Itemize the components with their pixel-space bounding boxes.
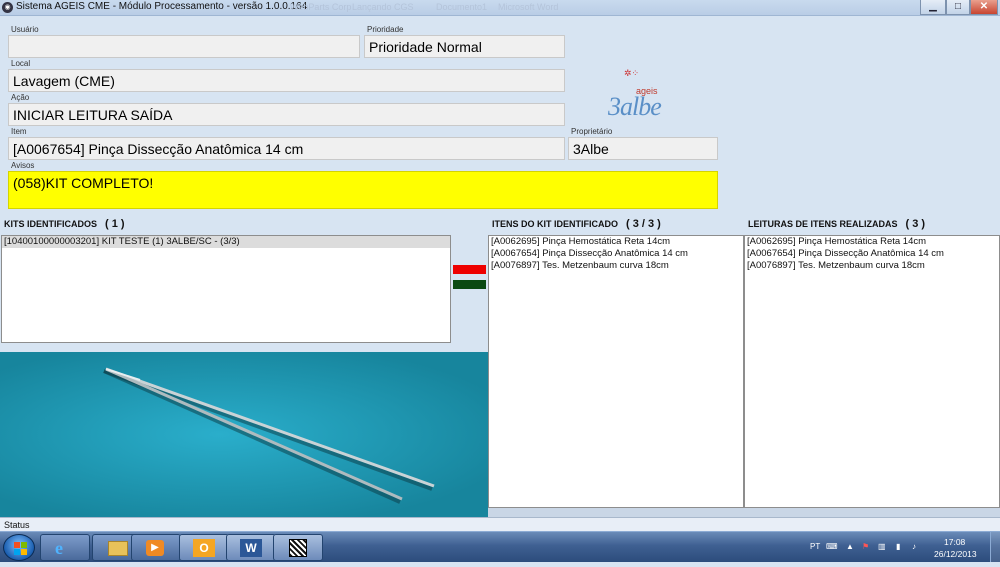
show-desktop-button[interactable] — [990, 532, 1000, 562]
item-label: Item — [11, 127, 27, 136]
status-bar: Status — [0, 517, 1000, 531]
list-item[interactable]: [A0076897] Tes. Metzenbaum curva 18cm — [745, 260, 999, 272]
folder-icon — [108, 541, 128, 556]
outlook-icon: O — [193, 539, 215, 557]
title-bar: ◉ Sistema AGEIS CME - Módulo Processamen… — [0, 0, 1000, 16]
readings-title: LEITURAS DE ITENS REALIZADAS — [748, 219, 898, 229]
acao-label: Ação — [11, 93, 30, 102]
network-icon[interactable]: ▥ — [878, 542, 886, 551]
prioridade-label: Prioridade — [367, 25, 404, 34]
usuario-field[interactable] — [8, 35, 360, 58]
start-button[interactable] — [3, 534, 35, 561]
word-button[interactable]: W — [226, 534, 276, 561]
avisos-label: Avisos — [11, 161, 35, 170]
avisos-field: (058)KIT COMPLETO! — [8, 171, 718, 209]
close-button[interactable]: ✕ — [970, 0, 998, 15]
kits-title: KITS IDENTIFICADOS — [4, 219, 98, 229]
list-item[interactable]: [A0062695] Pinça Hemostática Reta 14cm — [745, 236, 999, 248]
taskbar: e ▶ O W PT ⌨ ▲ ⚑ ▥ ▮ ♪ 17:08 26/12/2013 — [0, 531, 1000, 562]
kit-items-list[interactable]: [A0062695] Pinça Hemostática Reta 14cm [… — [488, 235, 744, 508]
logo-big-text: 3albe — [608, 92, 662, 121]
readings-count: ( 3 ) — [905, 218, 926, 230]
clock-date[interactable]: 26/12/2013 — [934, 549, 977, 559]
media-player-button[interactable]: ▶ — [131, 534, 181, 561]
word-icon: W — [240, 539, 262, 557]
kits-list[interactable]: [10400100000003201] KIT TESTE (1) 3ALBE/… — [1, 235, 451, 343]
prioridade-field[interactable]: Prioridade Normal — [364, 35, 565, 58]
flag-icon[interactable]: ⚑ — [862, 542, 869, 551]
internet-explorer-icon: e — [55, 538, 63, 558]
app-icon: ◉ — [2, 2, 13, 13]
local-field[interactable]: Lavagem (CME) — [8, 69, 565, 92]
usuario-label: Usuário — [11, 25, 39, 34]
list-item[interactable]: [A0076897] Tes. Metzenbaum curva 18cm — [489, 260, 743, 272]
list-item[interactable]: [A0067654] Pinça Dissecção Anatômica 14 … — [745, 248, 999, 260]
local-label: Local — [11, 59, 31, 68]
show-hidden-icons-icon[interactable]: ▲ — [846, 542, 854, 551]
ghost-tab: Lançando CGS — [352, 2, 414, 12]
outlook-button[interactable]: O — [179, 534, 229, 561]
ghost-tab: WebParts Corp — [290, 2, 352, 12]
kits-count: ( 1 ) — [105, 218, 125, 230]
maximize-button[interactable]: □ — [946, 0, 970, 15]
clock-time[interactable]: 17:08 — [944, 537, 965, 547]
list-item[interactable]: [10400100000003201] KIT TESTE (1) 3ALBE/… — [2, 236, 450, 248]
item-photo — [0, 352, 488, 517]
proprietario-field[interactable]: 3Albe — [568, 137, 718, 160]
readings-header: LEITURAS DE ITENS REALIZADAS ( 3 ) — [748, 218, 925, 230]
language-indicator[interactable]: PT — [810, 542, 820, 551]
acao-field[interactable]: INICIAR LEITURA SAÍDA — [8, 103, 565, 126]
qr-code-icon — [289, 539, 307, 557]
ghost-tab: Microsoft Word — [498, 2, 559, 12]
windows-logo-icon — [14, 542, 27, 555]
status-label: Status — [4, 520, 30, 530]
internet-explorer-button[interactable]: e — [40, 534, 90, 561]
company-logo: ✲⁘ ageis 3albe — [600, 66, 690, 130]
keyboard-icon[interactable]: ⌨ — [826, 542, 838, 551]
power-icon[interactable]: ▮ — [896, 542, 900, 551]
forceps-image — [103, 367, 435, 504]
list-item[interactable]: [A0067654] Pinça Dissecção Anatômica 14 … — [489, 248, 743, 260]
list-item[interactable]: [A0062695] Pinça Hemostática Reta 14cm — [489, 236, 743, 248]
window-title: Sistema AGEIS CME - Módulo Processamento… — [16, 1, 308, 12]
red-indicator — [453, 265, 486, 274]
item-field[interactable]: [A0067654] Pinça Dissecção Anatômica 14 … — [8, 137, 565, 160]
volume-icon[interactable]: ♪ — [912, 542, 916, 551]
kit-items-title: ITENS DO KIT IDENTIFICADO — [492, 219, 618, 229]
minimize-button[interactable]: ▁ — [920, 0, 946, 15]
readings-list[interactable]: [A0062695] Pinça Hemostática Reta 14cm [… — [744, 235, 1000, 508]
media-player-icon: ▶ — [146, 540, 164, 556]
logo-dots-icon: ✲⁘ — [624, 68, 640, 78]
green-indicator — [453, 280, 486, 289]
ghost-tab: Documento1 — [436, 2, 488, 12]
qr-app-button[interactable] — [273, 534, 323, 561]
kit-items-count: ( 3 / 3 ) — [626, 218, 661, 230]
kits-header: KITS IDENTIFICADOS ( 1 ) — [4, 218, 125, 230]
kit-items-header: ITENS DO KIT IDENTIFICADO ( 3 / 3 ) — [492, 218, 661, 230]
list-footer-strip — [488, 508, 1000, 517]
